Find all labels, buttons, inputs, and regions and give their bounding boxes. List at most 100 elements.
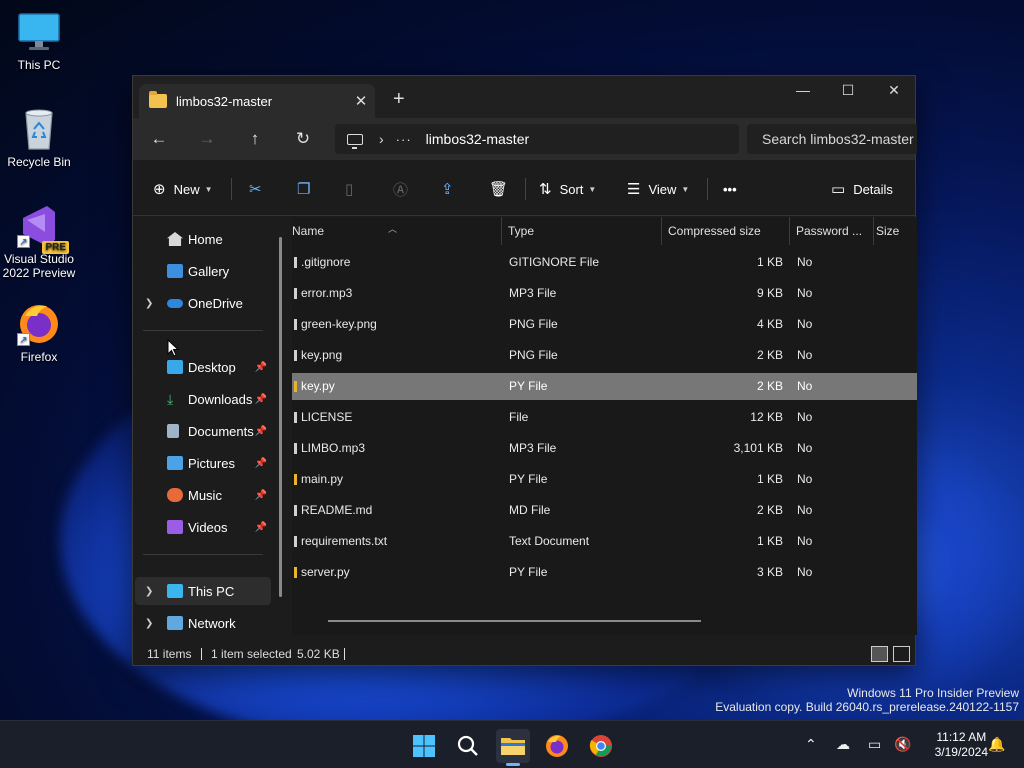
column-header-size[interactable]: Size	[876, 217, 917, 245]
taskbar-firefox[interactable]	[540, 729, 574, 763]
view-button[interactable]: ☰ View ▼	[627, 177, 689, 201]
share-button[interactable]: ⇪	[441, 177, 462, 201]
trash-icon: 🗑	[489, 181, 509, 198]
nav-item-documents[interactable]: Documents 📌	[135, 417, 271, 445]
file-row[interactable]: server.py PY File 3 KB No	[292, 559, 917, 586]
new-label: New	[173, 181, 200, 197]
new-button[interactable]: ⊕ New ▼	[153, 177, 213, 201]
file-row[interactable]: main.py PY File 1 KB No	[292, 466, 917, 493]
rename-button[interactable]: Ⓐ	[393, 177, 416, 201]
refresh-button[interactable]: ↻	[289, 127, 317, 151]
desktop-icon-this-pc[interactable]: This PC	[0, 10, 78, 72]
delete-button[interactable]: 🗑	[489, 177, 516, 201]
watermark-line: Windows 11 Pro Insider Preview	[847, 686, 1019, 700]
nav-item-desktop[interactable]: Desktop 📌	[135, 353, 271, 381]
column-header-password[interactable]: Password ...	[796, 217, 874, 245]
breadcrumb-current[interactable]: limbos32-master	[426, 131, 529, 147]
file-row[interactable]: LIMBO.mp3 MP3 File 3,101 KB No	[292, 435, 917, 462]
new-tab-button[interactable]: +	[393, 88, 405, 111]
paste-button[interactable]: ▯	[345, 177, 361, 201]
file-row[interactable]: README.md MD File 2 KB No	[292, 497, 917, 524]
chevron-right-icon[interactable]: ❯	[145, 298, 153, 309]
nav-item-music[interactable]: Music 📌	[135, 481, 271, 509]
forward-button[interactable]: →	[193, 127, 221, 151]
cut-button[interactable]: ✂	[249, 177, 270, 201]
folder-icon	[149, 91, 167, 108]
nav-item-this-pc[interactable]: ❯ This PC	[135, 577, 271, 605]
details-pane-button[interactable]: ▭ Details	[831, 177, 893, 201]
nav-scrollbar[interactable]	[279, 237, 282, 597]
onedrive-tray-icon[interactable]: ☁	[836, 736, 850, 753]
file-type: MD File	[509, 503, 551, 517]
file-row[interactable]: key.py PY File 2 KB No	[292, 373, 917, 400]
file-name: .gitignore	[301, 255, 351, 269]
desktop-icon-label: Recycle Bin	[7, 155, 71, 169]
status-bar: 11 items 1 item selected 5.02 KB	[133, 641, 915, 667]
search-button[interactable]	[451, 729, 485, 763]
file-name: key.py	[301, 379, 335, 393]
taskbar: ⌃ ☁ ▭ 🔇 11:12 AM 3/19/2024 🔔	[0, 720, 1024, 768]
clock-time: 11:12 AM	[936, 730, 987, 744]
file-row[interactable]: LICENSE File 12 KB No	[292, 404, 917, 431]
file-name: README.md	[301, 503, 373, 517]
sort-icon: ⇅	[539, 181, 552, 198]
file-row[interactable]: green-key.png PNG File 4 KB No	[292, 311, 917, 338]
rename-icon: Ⓐ	[393, 181, 409, 199]
nav-item-home[interactable]: Home	[135, 225, 271, 253]
toolbar-divider	[525, 178, 526, 200]
back-button[interactable]: ←	[145, 127, 173, 151]
desktop-icon-recycle-bin[interactable]: Recycle Bin	[0, 107, 78, 169]
file-type: PY File	[509, 379, 548, 393]
file-row[interactable]: .gitignore GITIGNORE File 1 KB No	[292, 249, 917, 276]
file-row[interactable]: key.png PNG File 2 KB No	[292, 342, 917, 369]
close-window-button[interactable]: ✕	[871, 76, 917, 106]
taskbar-file-explorer[interactable]	[496, 729, 530, 766]
file-row[interactable]: requirements.txt Text Document 1 KB No	[292, 528, 917, 555]
file-row[interactable]: error.mp3 MP3 File 9 KB No	[292, 280, 917, 307]
network-tray-icon[interactable]: ▭	[868, 736, 881, 753]
sort-ascending-icon: ︿	[388, 224, 398, 234]
minimize-button[interactable]: —	[780, 76, 826, 106]
nav-item-downloads[interactable]: ⤓ Downloads 📌	[135, 385, 271, 413]
breadcrumb-separator[interactable]: ›	[379, 131, 384, 147]
column-header-label: Type	[508, 224, 535, 238]
nav-item-network[interactable]: ❯ Network	[135, 609, 271, 637]
file-compressed-size: 2 KB	[756, 503, 783, 517]
show-hidden-icons-button[interactable]: ⌃	[805, 736, 817, 753]
navigation-pane: Home Gallery ❯ OneDrive Desktop 📌 ⤓ Down…	[133, 217, 291, 635]
desktop-icon-visual-studio[interactable]: PRE ↗ Visual Studio 2022 Preview	[0, 204, 78, 280]
chevron-right-icon[interactable]: ❯	[145, 618, 153, 629]
cloud-icon	[167, 299, 183, 308]
title-bar: limbos32-master ✕ + — ☐ ✕	[133, 76, 915, 118]
breadcrumb-overflow[interactable]: ···	[396, 132, 412, 147]
volume-muted-icon[interactable]: 🔇	[894, 736, 911, 753]
nav-item-pictures[interactable]: Pictures 📌	[135, 449, 271, 477]
desktop-icon-label: Visual Studio 2022 Preview	[2, 252, 76, 280]
notification-bell-icon[interactable]: 🔔	[988, 736, 1005, 753]
horizontal-scrollbar[interactable]	[328, 620, 701, 622]
nav-item-videos[interactable]: Videos 📌	[135, 513, 271, 541]
copy-button[interactable]: ❐	[297, 177, 318, 201]
sort-button[interactable]: ⇅ Sort ▼	[539, 177, 596, 201]
copy-icon: ❐	[297, 181, 311, 198]
desktop-icon-firefox[interactable]: ↗ Firefox	[0, 302, 78, 364]
tiles-view-button[interactable]	[893, 646, 910, 662]
search-input[interactable]: Search limbos32-master	[747, 124, 917, 154]
taskbar-chrome[interactable]	[584, 729, 618, 763]
chevron-right-icon[interactable]: ❯	[145, 586, 153, 597]
maximize-button[interactable]: ☐	[825, 76, 871, 106]
nav-item-onedrive[interactable]: ❯ OneDrive	[135, 289, 271, 317]
nav-item-gallery[interactable]: Gallery	[135, 257, 271, 285]
up-button[interactable]: ↑	[241, 127, 269, 151]
column-header-compressed-size[interactable]: Compressed size	[668, 217, 790, 245]
details-view-button[interactable]	[871, 646, 888, 662]
tab-limbos32-master[interactable]: limbos32-master ✕	[139, 84, 375, 118]
column-header-type[interactable]: Type	[508, 217, 662, 245]
clock[interactable]: 11:12 AM 3/19/2024	[935, 730, 988, 760]
start-button[interactable]	[407, 729, 441, 763]
close-tab-icon[interactable]: ✕	[347, 92, 375, 110]
address-box[interactable]: › ··· limbos32-master	[335, 124, 739, 154]
clock-date: 3/19/2024	[934, 745, 988, 759]
column-header-name[interactable]: Name ︿	[292, 217, 502, 245]
more-options-button[interactable]: •••	[723, 177, 737, 201]
